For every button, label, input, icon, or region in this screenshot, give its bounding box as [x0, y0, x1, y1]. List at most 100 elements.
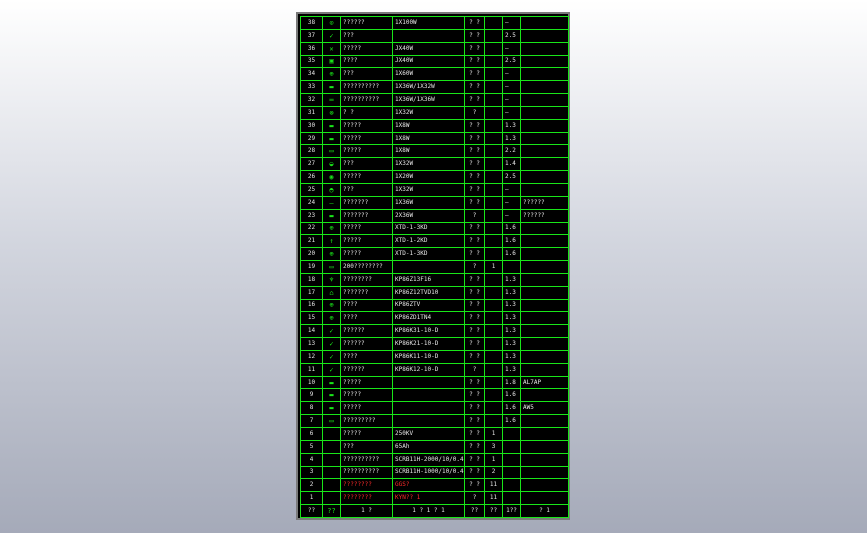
row-symbol: [322, 491, 341, 506]
row-height: —: [502, 16, 521, 30]
switch-icon: ✓: [322, 349, 341, 364]
row-model: 1X32W: [392, 157, 465, 172]
row-name: ???: [340, 439, 393, 454]
row-unit: ? ?: [464, 118, 485, 133]
row-quantity: [484, 349, 503, 364]
row-unit: ? ?: [464, 67, 485, 82]
row-quantity: 2: [484, 465, 503, 480]
row-height: 1.3: [502, 272, 521, 287]
row-quantity: [484, 221, 503, 236]
arrow-up-cross-icon: ⊕: [322, 221, 341, 236]
row-unit: ?: [464, 105, 485, 120]
row-unit: ? ?: [464, 80, 485, 95]
row-number: 17: [300, 285, 323, 300]
row-quantity: [484, 272, 503, 287]
row-name: ?????????: [340, 414, 393, 428]
row-unit: ?: [464, 208, 485, 223]
row-height: 1.3: [502, 131, 521, 146]
row-symbol: [322, 452, 341, 467]
header-row-symbol: ??: [322, 504, 341, 518]
row-number: 25: [300, 182, 323, 197]
row-name: ?????: [340, 401, 393, 416]
table-row: 14 ✓?????? KP86K31-10-D? ? 1.3: [300, 324, 569, 339]
header-row-number: ??: [300, 504, 323, 518]
row-model: 1X8W: [392, 118, 465, 133]
row-symbol: [322, 427, 341, 441]
row-unit: ? ?: [464, 452, 485, 467]
row-quantity: [484, 182, 503, 197]
row-remark: [520, 247, 569, 262]
row-unit: ? ?: [464, 144, 485, 159]
row-number: 3: [300, 465, 323, 480]
row-height: 1.8: [502, 375, 521, 390]
row-unit: ? ?: [464, 195, 485, 210]
table-row: 17 ⌂??????? KP86Z12TVD10? ? 1.3: [300, 285, 569, 300]
row-unit: ? ?: [464, 439, 485, 454]
circle-half-icon: ◒: [322, 157, 341, 172]
row-name: ?????: [340, 427, 393, 441]
row-remark: [520, 118, 569, 133]
row-quantity: [484, 375, 503, 390]
arrow-up-dot-icon: ⊕: [322, 247, 341, 262]
row-name: ??????????: [340, 80, 393, 95]
row-number: 11: [300, 362, 323, 377]
thin-line-icon: —: [322, 195, 341, 210]
row-model: KP86K31-10-D: [392, 324, 465, 339]
row-number: 31: [300, 105, 323, 120]
row-unit: ? ?: [464, 375, 485, 390]
row-number: 37: [300, 28, 323, 43]
row-height: —: [502, 195, 521, 210]
row-unit: ? ?: [464, 414, 485, 428]
row-unit: ? ?: [464, 285, 485, 300]
row-unit: ? ?: [464, 28, 485, 43]
two-way-switch-icon: ✓: [322, 362, 341, 377]
table-row: 11 ✓?????? KP86K12-10-D? 1.3: [300, 362, 569, 377]
row-height: —: [502, 80, 521, 95]
row-remark: [520, 131, 569, 146]
row-model: 1X36W: [392, 195, 465, 210]
circle-filled-icon: ◉: [322, 170, 341, 184]
row-model: KP86ZTV: [392, 298, 465, 313]
row-number: 32: [300, 93, 323, 107]
panel-icon: ▬: [322, 401, 341, 416]
row-name: ?????: [340, 234, 393, 249]
row-remark: [520, 260, 569, 274]
row-number: 18: [300, 272, 323, 287]
row-remark: [520, 170, 569, 184]
row-height: —: [502, 182, 521, 197]
row-unit: ?: [464, 491, 485, 506]
row-name: ????: [340, 298, 393, 313]
row-number: 2: [300, 478, 323, 493]
row-name: ?????: [340, 247, 393, 262]
row-quantity: [484, 80, 503, 95]
row-model: KP86K21-10-D: [392, 337, 465, 351]
row-height: 1.3: [502, 298, 521, 313]
row-height: 1.3: [502, 362, 521, 377]
row-unit: ? ?: [464, 401, 485, 416]
table-row: 19 ▭ 200????????? 1: [300, 260, 569, 274]
row-remark: AL7AP: [520, 375, 569, 390]
table-row: 16 ⊕???? KP86ZTV? ? 1.3: [300, 298, 569, 313]
row-name: ???????: [340, 208, 393, 223]
row-name: ??????: [340, 362, 393, 377]
header-row-model: 1 ? 1 ? 1: [392, 504, 465, 518]
row-height: 2.5: [502, 170, 521, 184]
row-remark: [520, 67, 569, 82]
row-height: [502, 478, 521, 493]
row-quantity: 1: [484, 427, 503, 441]
row-remark: [520, 28, 569, 43]
row-height: 1.3: [502, 311, 521, 326]
table-row: 28 ▭????? 1X8W? ? 2.2: [300, 144, 569, 159]
row-name: ?????: [340, 131, 393, 146]
row-height: 1.3: [502, 118, 521, 133]
row-unit: ?: [464, 362, 485, 377]
row-quantity: 1: [484, 452, 503, 467]
row-model: 1X32W: [392, 182, 465, 197]
row-quantity: [484, 414, 503, 428]
row-remark: [520, 182, 569, 197]
row-unit: ? ?: [464, 221, 485, 236]
row-quantity: [484, 401, 503, 416]
row-remark: [520, 324, 569, 339]
row-unit: ? ?: [464, 427, 485, 441]
row-model: 1X36W/1X32W: [392, 80, 465, 95]
